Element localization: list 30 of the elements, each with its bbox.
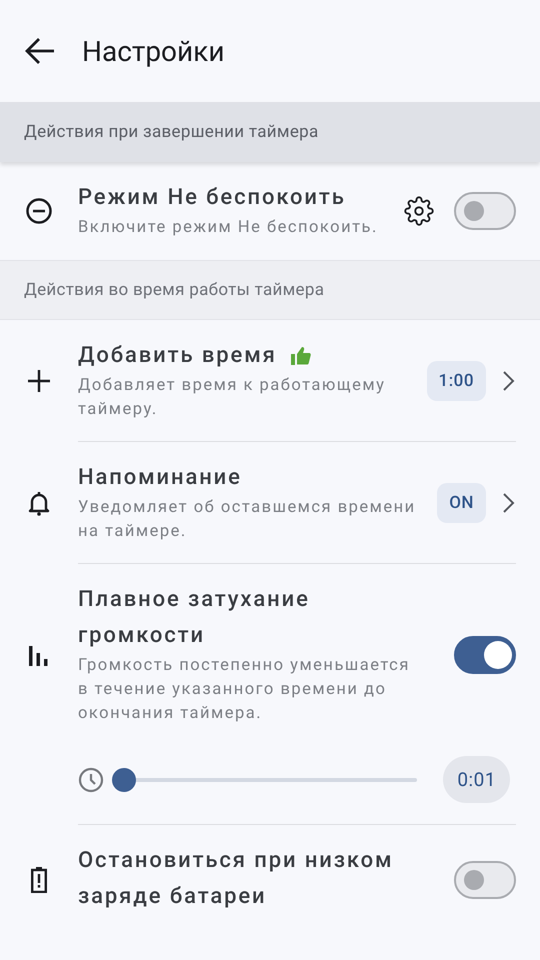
setting-description: Добавляет время к работающему таймеру. xyxy=(78,375,386,421)
slider-track[interactable] xyxy=(112,768,418,792)
clock-icon xyxy=(78,766,104,792)
slider-thumb[interactable] xyxy=(112,768,136,792)
setting-title: Остановиться при низком заряде батареи xyxy=(78,847,394,911)
back-arrow-icon[interactable] xyxy=(24,37,56,65)
settings-icon[interactable] xyxy=(404,196,434,226)
section-header: Действия во время работы таймера xyxy=(0,260,540,320)
toggle-switch[interactable] xyxy=(454,636,516,674)
plus-icon xyxy=(27,369,51,393)
setting-title: Добавить время xyxy=(78,342,277,370)
page-title: Настройки xyxy=(82,34,224,68)
toggle-switch[interactable] xyxy=(454,192,516,230)
setting-description: Включите режим Не беспокоить. xyxy=(78,217,379,239)
value-chip[interactable]: ON xyxy=(437,483,486,523)
value-chip[interactable]: 1:00 xyxy=(426,361,486,401)
setting-description: Уведомляет об оставшемся времени на таймере. xyxy=(78,497,417,543)
setting-title: Режим Не беспокоить xyxy=(78,184,346,212)
setting-description: Громкость постепенно уменьшается в течение указанного времени до окончания таймера. xyxy=(78,655,411,725)
bell-icon xyxy=(28,490,50,516)
chevron-right-icon xyxy=(502,492,516,514)
setting-title: Напоминание xyxy=(78,464,242,492)
chevron-right-icon xyxy=(502,370,516,392)
setting-title: Плавное затухание громкости xyxy=(78,586,311,650)
battery-alert-icon xyxy=(31,867,47,893)
volume-bars-icon xyxy=(29,644,49,666)
section-header: Действия при завершении таймера xyxy=(0,102,540,162)
toggle-switch[interactable] xyxy=(454,861,516,899)
duration-value[interactable]: 0:01 xyxy=(443,756,510,803)
minus-circle-icon xyxy=(25,197,53,225)
